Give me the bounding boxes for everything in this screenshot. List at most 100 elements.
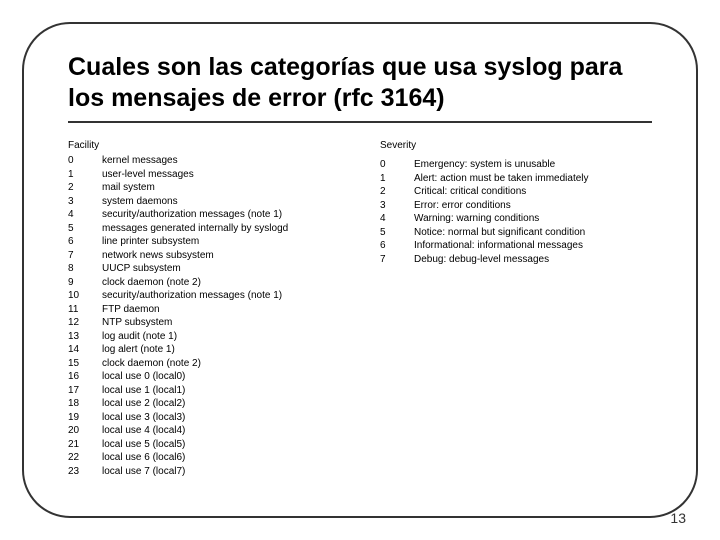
facility-row: 20local use 4 (local4) — [68, 424, 340, 438]
facility-row: 17local use 1 (local1) — [68, 384, 340, 398]
facility-desc: security/authorization messages (note 1) — [102, 289, 340, 303]
facility-code: 4 — [68, 208, 102, 222]
facility-code: 21 — [68, 438, 102, 452]
facility-row: 10security/authorization messages (note … — [68, 289, 340, 303]
facility-code: 1 — [68, 168, 102, 182]
severity-desc: Notice: normal but significant condition — [414, 226, 652, 240]
severity-row: 4Warning: warning conditions — [380, 212, 652, 226]
severity-desc: Informational: informational messages — [414, 239, 652, 253]
facility-desc: local use 2 (local2) — [102, 397, 340, 411]
facility-code: 22 — [68, 451, 102, 465]
severity-desc: Emergency: system is unusable — [414, 158, 652, 172]
facility-code: 7 — [68, 249, 102, 263]
facility-desc: local use 0 (local0) — [102, 370, 340, 384]
facility-desc: clock daemon (note 2) — [102, 276, 340, 290]
facility-header: Facility — [68, 139, 340, 153]
facility-row: 1user-level messages — [68, 168, 340, 182]
facility-code: 3 — [68, 195, 102, 209]
page-number: 13 — [670, 510, 686, 526]
facility-desc: log audit (note 1) — [102, 330, 340, 344]
facility-desc: local use 6 (local6) — [102, 451, 340, 465]
facility-row: 23local use 7 (local7) — [68, 465, 340, 479]
facility-row: 18local use 2 (local2) — [68, 397, 340, 411]
facility-code: 15 — [68, 357, 102, 371]
facility-desc: network news subsystem — [102, 249, 340, 263]
facility-code: 18 — [68, 397, 102, 411]
facility-row: 0kernel messages — [68, 154, 340, 168]
facility-code: 13 — [68, 330, 102, 344]
severity-row: 7Debug: debug-level messages — [380, 253, 652, 267]
severity-row: 6Informational: informational messages — [380, 239, 652, 253]
facility-desc: line printer subsystem — [102, 235, 340, 249]
facility-desc: local use 5 (local5) — [102, 438, 340, 452]
slide-frame: Cuales son las categorías que usa syslog… — [22, 22, 698, 518]
facility-desc: user-level messages — [102, 168, 340, 182]
facility-code: 11 — [68, 303, 102, 317]
facility-code: 17 — [68, 384, 102, 398]
severity-code: 0 — [380, 158, 414, 172]
severity-row: 2Critical: critical conditions — [380, 185, 652, 199]
facility-row: 6line printer subsystem — [68, 235, 340, 249]
severity-desc: Debug: debug-level messages — [414, 253, 652, 267]
facility-desc: system daemons — [102, 195, 340, 209]
severity-list: 0Emergency: system is unusable1Alert: ac… — [380, 158, 652, 266]
facility-code: 2 — [68, 181, 102, 195]
facility-desc: UUCP subsystem — [102, 262, 340, 276]
facility-list: 0kernel messages1user-level messages2mai… — [68, 154, 340, 478]
facility-code: 19 — [68, 411, 102, 425]
severity-row: 0Emergency: system is unusable — [380, 158, 652, 172]
facility-code: 0 — [68, 154, 102, 168]
facility-row: 5messages generated internally by syslog… — [68, 222, 340, 236]
facility-row: 14log alert (note 1) — [68, 343, 340, 357]
severity-code: 3 — [380, 199, 414, 213]
facility-code: 20 — [68, 424, 102, 438]
facility-row: 2mail system — [68, 181, 340, 195]
severity-desc: Warning: warning conditions — [414, 212, 652, 226]
severity-code: 4 — [380, 212, 414, 226]
severity-column: Severity 0Emergency: system is unusable1… — [380, 139, 652, 479]
slide-title: Cuales son las categorías que usa syslog… — [68, 52, 652, 115]
facility-code: 23 — [68, 465, 102, 479]
facility-code: 5 — [68, 222, 102, 236]
facility-row: 16local use 0 (local0) — [68, 370, 340, 384]
title-underline — [68, 121, 652, 123]
facility-desc: log alert (note 1) — [102, 343, 340, 357]
facility-desc: mail system — [102, 181, 340, 195]
severity-row: 5Notice: normal but significant conditio… — [380, 226, 652, 240]
facility-row: 8UUCP subsystem — [68, 262, 340, 276]
severity-code: 6 — [380, 239, 414, 253]
facility-code: 12 — [68, 316, 102, 330]
severity-code: 5 — [380, 226, 414, 240]
facility-desc: kernel messages — [102, 154, 340, 168]
facility-row: 19local use 3 (local3) — [68, 411, 340, 425]
severity-row: 1Alert: action must be taken immediately — [380, 172, 652, 186]
facility-row: 15clock daemon (note 2) — [68, 357, 340, 371]
severity-code: 7 — [380, 253, 414, 267]
facility-row: 13log audit (note 1) — [68, 330, 340, 344]
facility-code: 8 — [68, 262, 102, 276]
facility-row: 11FTP daemon — [68, 303, 340, 317]
facility-row: 3system daemons — [68, 195, 340, 209]
facility-row: 21local use 5 (local5) — [68, 438, 340, 452]
facility-desc: NTP subsystem — [102, 316, 340, 330]
facility-desc: local use 1 (local1) — [102, 384, 340, 398]
facility-desc: local use 3 (local3) — [102, 411, 340, 425]
severity-code: 1 — [380, 172, 414, 186]
slide: Cuales son las categorías que usa syslog… — [0, 0, 720, 540]
facility-code: 9 — [68, 276, 102, 290]
facility-desc: local use 7 (local7) — [102, 465, 340, 479]
severity-desc: Critical: critical conditions — [414, 185, 652, 199]
facility-desc: clock daemon (note 2) — [102, 357, 340, 371]
severity-header: Severity — [380, 139, 652, 153]
severity-code: 2 — [380, 185, 414, 199]
severity-desc: Error: error conditions — [414, 199, 652, 213]
facility-row: 9clock daemon (note 2) — [68, 276, 340, 290]
facility-row: 7network news subsystem — [68, 249, 340, 263]
facility-desc: local use 4 (local4) — [102, 424, 340, 438]
facility-code: 14 — [68, 343, 102, 357]
content-columns: Facility 0kernel messages1user-level mes… — [68, 139, 652, 479]
facility-desc: FTP daemon — [102, 303, 340, 317]
facility-row: 22local use 6 (local6) — [68, 451, 340, 465]
severity-desc: Alert: action must be taken immediately — [414, 172, 652, 186]
facility-desc: security/authorization messages (note 1) — [102, 208, 340, 222]
